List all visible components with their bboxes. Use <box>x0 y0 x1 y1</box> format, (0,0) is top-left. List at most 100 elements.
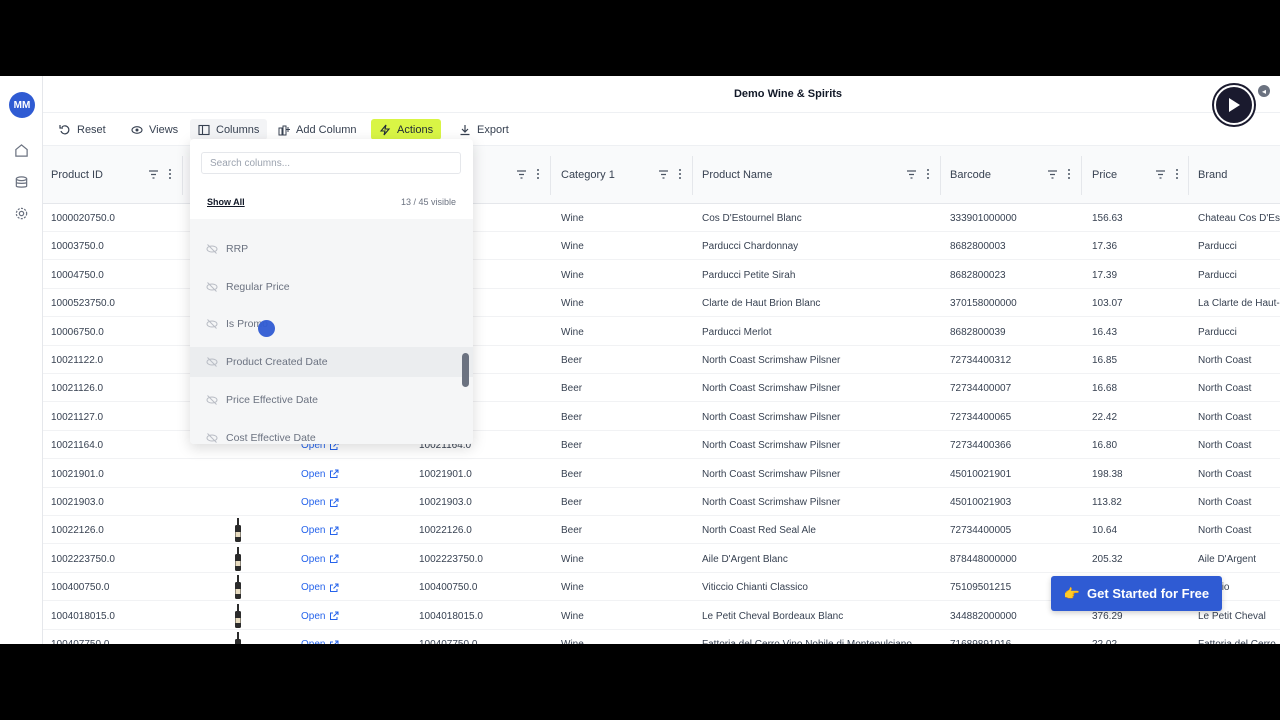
header-product-name[interactable]: Product Name <box>694 146 941 205</box>
open-link[interactable]: Open <box>301 582 339 593</box>
price-cell: 22.42 <box>1092 411 1118 423</box>
external-link-icon <box>330 554 339 564</box>
columns-button[interactable]: Columns <box>190 119 268 140</box>
product-id-copy-cell: 10021901.0 <box>419 468 472 480</box>
more-menu-icon[interactable] <box>168 168 172 180</box>
open-link[interactable]: Open <box>301 554 339 565</box>
more-menu-icon[interactable] <box>1067 168 1071 180</box>
column-toggle-item[interactable]: Price Effective Date <box>190 385 473 415</box>
category-cell: Beer <box>561 411 583 423</box>
filter-icon[interactable] <box>1047 169 1058 180</box>
barcode-cell: 333901000000 <box>950 213 1017 224</box>
open-link-label: Open <box>301 639 325 644</box>
filter-icon[interactable] <box>658 169 669 180</box>
table-row[interactable]: 10022126.0 10022126.0 Beer North Coast Red … <box>43 516 1280 545</box>
column-toggle-item[interactable]: Regular Price <box>190 272 473 302</box>
more-menu-icon[interactable] <box>536 168 540 180</box>
column-toggle-item[interactable]: Product Created Date <box>190 347 473 378</box>
home-icon[interactable] <box>14 143 29 158</box>
eye-off-icon[interactable] <box>206 394 218 406</box>
open-link-label: Open <box>301 525 326 537</box>
column-toggle-item[interactable]: Cost Effective Date <box>190 423 473 445</box>
column-toggle-item[interactable]: RRP <box>190 234 473 264</box>
barcode-cell: 72734400366 <box>950 440 1012 452</box>
filter-icon[interactable] <box>906 169 917 180</box>
eye-off-icon[interactable] <box>206 281 218 293</box>
price-cell: 205.32 <box>1092 553 1123 565</box>
barcode-cell: 8682800003 <box>950 241 1006 253</box>
category-cell: Beer <box>561 525 583 537</box>
header-product-id[interactable]: Product ID <box>43 146 183 205</box>
price-cell: 103.07 <box>1092 298 1123 310</box>
export-button[interactable]: Export <box>451 119 517 140</box>
price-cell: 16.80 <box>1092 440 1118 452</box>
table-row[interactable]: 1002223750.0 1002223750.0 Wine Aile D'Argen… <box>43 545 1280 573</box>
open-link-label: Open <box>301 582 326 594</box>
filter-icon[interactable] <box>516 169 527 180</box>
actions-button[interactable]: Actions <box>371 119 442 140</box>
get-started-button[interactable]: 👉 Get Started for Free <box>1051 576 1222 611</box>
views-button[interactable]: Views <box>123 119 186 140</box>
show-all-link[interactable]: Show All <box>207 197 245 207</box>
header-barcode[interactable]: Barcode <box>942 146 1082 205</box>
category-cell: Wine <box>561 326 584 338</box>
more-menu-icon[interactable] <box>1175 168 1179 180</box>
volume-icon[interactable]: ◂ <box>1258 85 1270 97</box>
category-cell: Beer <box>561 468 583 480</box>
get-started-label: Get Started for Free <box>1087 586 1210 601</box>
table-row[interactable]: 100407750.0 100407750.0 Wine Fattoria del C… <box>43 630 1280 644</box>
avatar[interactable]: MM <box>9 92 35 118</box>
header-category[interactable]: Category 1 <box>553 146 693 205</box>
table-row[interactable]: 10021901.0 10021901.0 Beer North Coast Scri… <box>43 460 1280 488</box>
eye-off-icon[interactable] <box>206 243 218 255</box>
bottle-thumbnail <box>235 575 241 600</box>
brand-cell: North Coast <box>1198 411 1252 423</box>
table-row[interactable]: 10021903.0 10021903.0 Beer North Coast Scri… <box>43 488 1280 516</box>
add-column-button[interactable]: Add Column <box>270 119 365 140</box>
column-search-input[interactable] <box>201 152 461 174</box>
play-button[interactable] <box>1214 85 1254 125</box>
export-label: Export <box>477 123 509 136</box>
column-toggle-item[interactable]: Is Promo <box>190 309 473 339</box>
eye-off-icon[interactable] <box>206 356 218 368</box>
external-link-icon <box>330 469 339 479</box>
open-link[interactable]: Open <box>301 497 339 508</box>
gear-icon[interactable] <box>14 206 29 221</box>
filter-icon[interactable] <box>148 169 159 180</box>
column-toggle-label: RRP <box>226 243 249 255</box>
add-column-label: Add Column <box>296 123 357 136</box>
product-name-cell: Parducci Merlot <box>702 326 772 338</box>
more-menu-icon[interactable] <box>678 168 682 180</box>
eye-off-icon[interactable] <box>206 318 218 330</box>
product-id-cell: 100407750.0 <box>51 639 109 644</box>
header-label: Barcode <box>950 169 991 181</box>
more-menu-icon[interactable] <box>926 168 930 180</box>
product-id-cell: 10004750.0 <box>51 269 104 281</box>
category-cell: Beer <box>561 355 583 366</box>
reset-button[interactable]: Reset <box>51 119 114 140</box>
column-list-scrollbar[interactable] <box>462 353 469 387</box>
product-id-cell: 1002223750.0 <box>51 553 115 565</box>
eye-off-icon[interactable] <box>206 432 218 444</box>
reset-icon <box>59 124 70 134</box>
column-toggle-label: Product Created Date <box>226 356 328 369</box>
open-link[interactable]: Open <box>301 639 339 644</box>
open-link[interactable]: Open <box>301 611 339 622</box>
filter-icon[interactable] <box>1155 169 1166 180</box>
brand-cell: North Coast <box>1198 497 1252 508</box>
open-link[interactable]: Open <box>301 525 339 536</box>
header-brand[interactable]: Brand <box>1190 146 1280 205</box>
open-link[interactable]: Open <box>301 469 339 480</box>
cursor-indicator <box>258 320 275 337</box>
external-link-icon <box>330 583 339 592</box>
product-name-cell: North Coast Scrimshaw Pilsner <box>702 411 841 423</box>
barcode-cell: 45010021903 <box>950 497 1012 508</box>
product-id-cell: 10021164.0 <box>51 440 104 452</box>
product-id-cell: 10006750.0 <box>51 326 104 338</box>
category-cell: Wine <box>561 269 584 281</box>
database-icon[interactable] <box>14 175 29 190</box>
product-id-copy-cell: 10022126.0 <box>419 525 472 537</box>
header-price[interactable]: Price <box>1084 146 1189 205</box>
bottle-thumbnail <box>235 518 241 543</box>
product-id-cell: 10021122.0 <box>51 355 104 366</box>
